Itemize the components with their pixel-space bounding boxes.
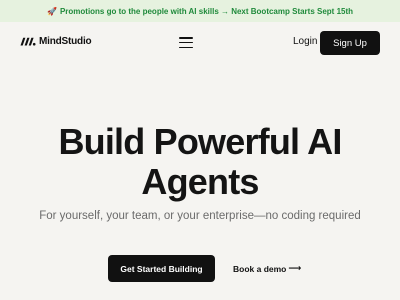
hero-title: Build Powerful AI Agents: [0, 122, 400, 202]
sign-up-button[interactable]: Sign Up: [320, 31, 380, 55]
get-started-button[interactable]: Get Started Building: [108, 255, 215, 282]
book-demo-label: Book a demo: [233, 263, 287, 274]
mindstudio-logo-icon: [20, 37, 36, 46]
top-navigation: MindStudio Login Sign Up: [0, 22, 400, 64]
rocket-icon: 🚀: [46, 6, 57, 16]
hero-title-line-1: Build Powerful AI: [58, 121, 342, 162]
arrow-right-icon: ⟶: [288, 263, 302, 273]
promo-banner[interactable]: 🚀 Promotions go to the people with AI sk…: [0, 0, 400, 22]
login-link[interactable]: Login: [293, 36, 317, 47]
logo[interactable]: MindStudio: [20, 36, 92, 47]
hamburger-menu-icon[interactable]: [179, 37, 193, 48]
promo-text: Promotions go to the people with AI skil…: [59, 6, 354, 16]
logo-text: MindStudio: [39, 36, 92, 47]
hero-title-line-2: Agents: [141, 161, 259, 202]
hero-subtitle: For yourself, your team, or your enterpr…: [39, 210, 361, 222]
book-demo-link[interactable]: Book a demo ⟶: [233, 263, 301, 274]
